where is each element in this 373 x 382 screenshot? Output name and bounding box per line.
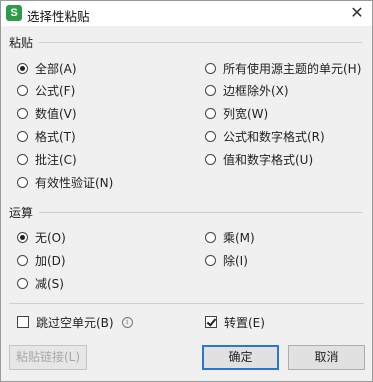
radio-label: 所有使用源主题的单元(H) <box>223 61 362 76</box>
radio-label: 除(I) <box>223 253 248 268</box>
radio-label: 无(O) <box>35 230 66 245</box>
radio-label: 公式和数字格式(R) <box>223 129 325 144</box>
radio-label: 数值(V) <box>35 106 77 121</box>
checkbox-label: 转置(E) <box>224 315 265 330</box>
radio-label: 值和数字格式(U) <box>223 152 314 167</box>
paste-section-label: 粘贴 <box>9 36 34 50</box>
checkbox-unchecked[interactable] <box>17 316 29 328</box>
radio-button[interactable] <box>205 62 216 74</box>
skip-blanks-checkbox[interactable]: 跳过空单元(B) i <box>17 314 133 330</box>
radio-button-selected[interactable] <box>17 62 28 74</box>
radio-button[interactable] <box>17 153 28 165</box>
radio-label: 加(D) <box>35 253 66 268</box>
radio-paste-formulas-number-formats[interactable]: 公式和数字格式(R) <box>205 128 325 144</box>
radio-button[interactable] <box>205 107 216 119</box>
radio-operation-divide[interactable]: 除(I) <box>205 252 248 268</box>
paste-section-divider <box>39 42 362 43</box>
operation-section-divider <box>39 212 362 213</box>
close-icon[interactable]: ✕ <box>346 3 368 23</box>
radio-label: 有效性验证(N) <box>35 175 114 190</box>
radio-button[interactable] <box>17 277 28 289</box>
radio-button[interactable] <box>205 84 216 96</box>
checkbox-label: 跳过空单元(B) <box>36 315 114 330</box>
radio-paste-formats[interactable]: 格式(T) <box>17 128 76 144</box>
radio-button[interactable] <box>205 130 216 142</box>
info-icon[interactable]: i <box>121 316 133 328</box>
operation-section-label: 运算 <box>9 206 34 220</box>
radio-button[interactable] <box>205 231 216 243</box>
radio-operation-add[interactable]: 加(D) <box>17 252 66 268</box>
radio-label: 减(S) <box>35 276 64 291</box>
radio-operation-multiply[interactable]: 乘(M) <box>205 229 255 245</box>
radio-button[interactable] <box>205 153 216 165</box>
radio-paste-formulas[interactable]: 公式(F) <box>17 82 75 98</box>
radio-label: 公式(F) <box>35 83 76 98</box>
spreadsheet-app-icon: S <box>6 5 22 21</box>
paste-special-dialog: S 选择性粘贴 ✕ 粘贴 全部(A) 公式(F) 数值(V) 格式(T) 批注(… <box>0 0 373 382</box>
radio-operation-subtract[interactable]: 减(S) <box>17 275 64 291</box>
radio-paste-values[interactable]: 数值(V) <box>17 105 77 121</box>
radio-label: 批注(C) <box>35 152 77 167</box>
ok-button[interactable]: 确定 <box>202 345 279 370</box>
dialog-title: 选择性粘贴 <box>27 9 90 24</box>
radio-label: 乘(M) <box>223 230 255 245</box>
radio-button[interactable] <box>17 84 28 96</box>
radio-button[interactable] <box>17 107 28 119</box>
radio-button[interactable] <box>205 254 216 266</box>
radio-label: 全部(A) <box>35 61 77 76</box>
radio-label: 列宽(W) <box>223 106 269 121</box>
options-divider <box>9 303 364 304</box>
radio-paste-values-number-formats[interactable]: 值和数字格式(U) <box>205 151 313 167</box>
paste-link-button[interactable]: 粘贴链接(L) <box>9 345 87 370</box>
title-bar: S 选择性粘贴 ✕ <box>1 1 372 26</box>
radio-button[interactable] <box>17 254 28 266</box>
radio-paste-except-borders[interactable]: 边框除外(X) <box>205 82 289 98</box>
radio-button[interactable] <box>17 176 28 188</box>
checkbox-checked[interactable] <box>205 316 217 328</box>
radio-paste-all-source-theme[interactable]: 所有使用源主题的单元(H) <box>205 60 361 76</box>
cancel-button[interactable]: 取消 <box>288 345 365 370</box>
radio-label: 边框除外(X) <box>223 83 289 98</box>
radio-label: 格式(T) <box>35 129 76 144</box>
radio-operation-none[interactable]: 无(O) <box>17 229 66 245</box>
radio-paste-validation[interactable]: 有效性验证(N) <box>17 174 113 190</box>
radio-paste-column-widths[interactable]: 列宽(W) <box>205 105 268 121</box>
radio-paste-all[interactable]: 全部(A) <box>17 60 77 76</box>
radio-button-selected[interactable] <box>17 231 28 243</box>
radio-button[interactable] <box>17 130 28 142</box>
radio-paste-comments[interactable]: 批注(C) <box>17 151 77 167</box>
transpose-checkbox[interactable]: 转置(E) <box>205 314 265 330</box>
